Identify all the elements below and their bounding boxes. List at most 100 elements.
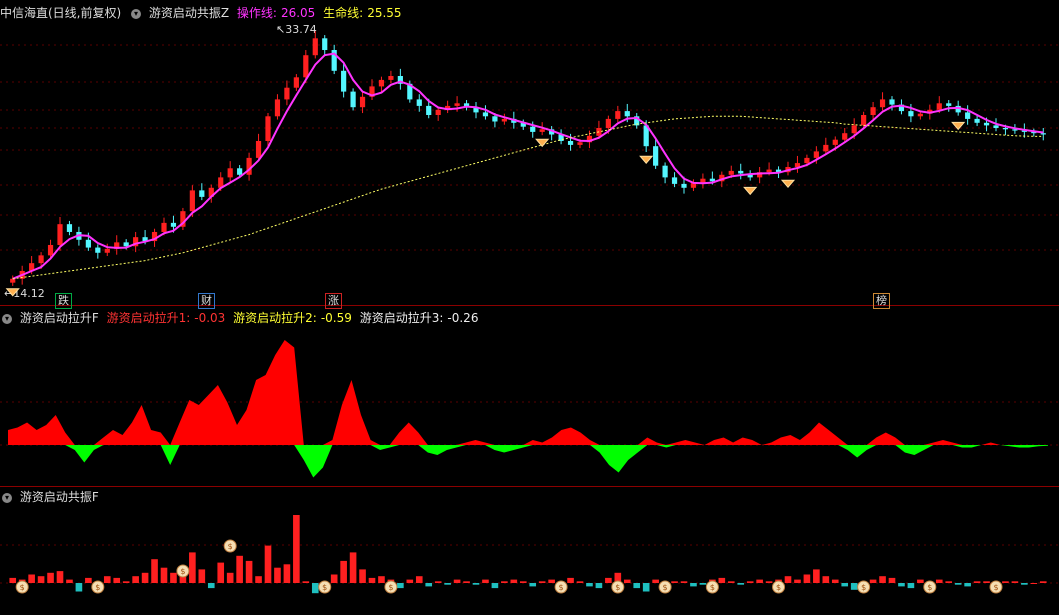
- signal-bar: [954, 583, 962, 585]
- candle-body: [567, 140, 574, 145]
- signal-bar: [633, 583, 641, 589]
- candle-body: [653, 146, 659, 166]
- svg-text:$: $: [615, 583, 620, 592]
- candle-body: [378, 79, 385, 87]
- signal-bar: [122, 581, 130, 583]
- signal-bar: [850, 583, 858, 590]
- bear-area: [8, 445, 1048, 478]
- signal-bar: [274, 567, 281, 583]
- signal-bar: [293, 515, 300, 583]
- money-bag-icon: $: [15, 580, 29, 594]
- signal-bar: [28, 574, 35, 583]
- candle-body: [227, 168, 233, 178]
- signal-bar: [378, 576, 385, 583]
- signal-bar: [425, 583, 433, 587]
- signal-bar: [831, 579, 839, 583]
- signal-bar: [945, 581, 953, 583]
- svg-text:$: $: [927, 583, 932, 592]
- candle-body: [870, 107, 876, 115]
- signal-bar: [85, 577, 92, 583]
- candle-body: [889, 99, 895, 105]
- signal-bar: [415, 576, 423, 583]
- candle-body: [965, 112, 971, 119]
- candle-body: [681, 183, 687, 188]
- candle-body: [700, 178, 706, 183]
- money-bag-icon: $: [923, 580, 937, 594]
- signal-bar: [359, 569, 366, 583]
- candle-body: [303, 55, 309, 78]
- candle-body: [416, 99, 422, 106]
- signal-bar: [103, 576, 111, 583]
- signal-bar: [794, 579, 801, 583]
- signal-bar: [746, 581, 754, 583]
- candle-body: [170, 222, 177, 227]
- signal-bar: [264, 545, 272, 583]
- signal-bar: [652, 579, 659, 583]
- signal-bar: [510, 579, 518, 583]
- signal-bar: [917, 579, 924, 583]
- money-bag-icon: $: [91, 580, 105, 594]
- money-bag-icon: $: [318, 580, 332, 594]
- diamond-signal-icon: [780, 179, 796, 189]
- signal-bar: [113, 577, 121, 583]
- svg-text:$: $: [993, 583, 998, 592]
- signal-bar: [330, 574, 338, 583]
- signal-bar: [434, 581, 442, 583]
- signal-bar: [822, 576, 830, 583]
- svg-text:$: $: [388, 583, 393, 592]
- candle-body: [662, 165, 668, 178]
- svg-text:$: $: [322, 583, 327, 592]
- signal-bar: [983, 581, 990, 583]
- signal-bar: [907, 583, 915, 589]
- signal-bar: [935, 579, 943, 583]
- candle-body: [766, 169, 772, 173]
- candle-body: [671, 177, 678, 184]
- money-bag-icon: $: [384, 580, 398, 594]
- candle-body: [1002, 127, 1009, 130]
- signal-bar: [37, 576, 45, 583]
- signal-bar: [406, 579, 414, 583]
- svg-text:$: $: [180, 567, 185, 576]
- candle-body: [530, 126, 536, 132]
- money-bag-icon: $: [223, 539, 237, 553]
- signal-bar: [453, 579, 461, 583]
- signal-bar: [567, 577, 574, 583]
- signal-bar: [56, 571, 64, 583]
- signal-bar: [463, 581, 470, 583]
- signal-bar: [160, 567, 168, 583]
- candle-body: [341, 70, 347, 92]
- signal-bar: [888, 577, 896, 583]
- signal-bar: [217, 562, 225, 583]
- signal-bar: [482, 579, 489, 583]
- signal-bar: [519, 581, 527, 583]
- candle-body: [993, 125, 999, 128]
- candle-body: [199, 190, 205, 197]
- money-bag-icon: $: [611, 580, 625, 594]
- chart-canvas: $ $ $ $ $ $ $ $ $ $ $ $ $ $: [0, 31, 1059, 594]
- candle-body: [85, 239, 91, 248]
- svg-text:$: $: [710, 583, 715, 592]
- candle-body: [312, 38, 318, 56]
- signal-bar: [189, 552, 196, 583]
- signal-bar: [973, 581, 981, 583]
- signal-bar: [198, 569, 206, 583]
- signal-bar: [226, 572, 234, 583]
- signal-bar: [680, 581, 688, 583]
- signal-bar: [397, 583, 404, 589]
- candle-body: [1040, 133, 1046, 135]
- candle-body: [47, 244, 54, 256]
- money-bag-icon: $: [772, 580, 786, 594]
- signal-bar: [586, 583, 593, 587]
- operation-line: [12, 52, 1044, 280]
- signal-bar: [47, 572, 54, 583]
- candle-body: [605, 118, 611, 128]
- candle-body: [842, 133, 848, 140]
- candle-body: [95, 247, 101, 253]
- candle-body: [577, 142, 583, 145]
- signal-bar: [1011, 581, 1019, 583]
- signal-bar: [529, 583, 537, 587]
- candle-body: [851, 125, 857, 134]
- diamond-signal-icon: [639, 155, 654, 164]
- signal-bar: [765, 581, 773, 583]
- signal-bar: [255, 576, 262, 583]
